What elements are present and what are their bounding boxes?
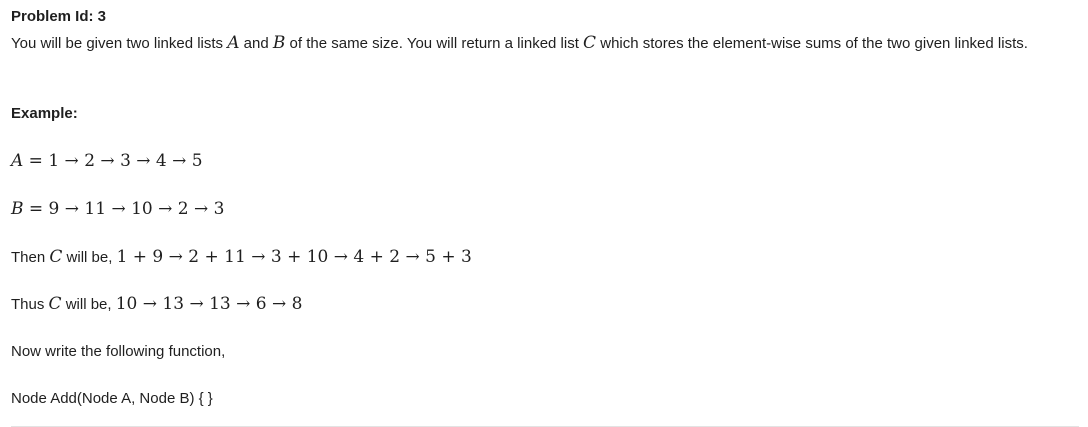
list-b-var: B	[11, 199, 24, 219]
problem-title: Problem Id: 3	[11, 8, 107, 25]
sum-steps-prefix: Then	[11, 249, 50, 266]
problem-description: You will be given two linked lists A and…	[11, 31, 1073, 56]
var-b: B	[272, 33, 286, 53]
sum-steps-expr: 1 + 9 → 2 + 11 → 3 + 10 → 4 + 2 → 5 + 3	[116, 247, 472, 267]
sum-steps-mid: will be,	[62, 249, 117, 266]
desc-text-1: You will be given two linked lists	[11, 35, 228, 52]
result-var: C	[48, 294, 62, 314]
desc-text-3: of the same size. You will return a link…	[285, 35, 584, 52]
example-sum-steps: Then C will be, 1 + 9 → 2 + 11 → 3 + 10 …	[11, 246, 472, 269]
function-signature: Node Add(Node A, Node B) { }	[11, 390, 213, 407]
list-a-expr: = 1 → 2 → 3 → 4 → 5	[23, 151, 203, 171]
result-expr: 10 → 13 → 13 → 6 → 8	[115, 294, 303, 314]
list-b-expr: = 9 → 11 → 10 → 2 → 3	[23, 199, 225, 219]
example-list-b: B = 9 → 11 → 10 → 2 → 3	[11, 198, 224, 221]
example-heading: Example:	[11, 105, 78, 122]
list-a-var: A	[11, 151, 24, 171]
example-result: Thus C will be, 10 → 13 → 13 → 6 → 8	[11, 293, 302, 316]
desc-text-4: which stores the element-wise sums of th…	[596, 35, 1028, 52]
var-c: C	[583, 33, 597, 53]
result-prefix: Thus	[11, 296, 49, 313]
desc-text-2: and	[239, 35, 273, 52]
example-list-a: A = 1 → 2 → 3 → 4 → 5	[11, 150, 203, 173]
sum-steps-var: C	[49, 247, 63, 267]
var-a: A	[227, 33, 240, 53]
result-mid: will be,	[61, 296, 116, 313]
function-instruction: Now write the following function,	[11, 343, 226, 360]
